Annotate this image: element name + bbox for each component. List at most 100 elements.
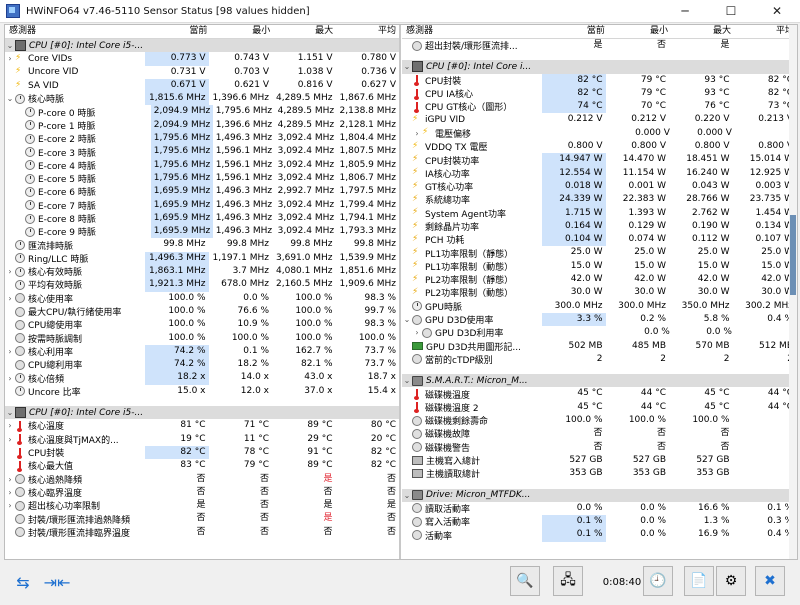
col-min[interactable]: 最小 — [608, 25, 671, 38]
sensor-group-header[interactable]: ⌄ S.M.A.R.T.: Micron_M... — [402, 374, 797, 388]
expand-chevron-icon[interactable]: › — [5, 374, 15, 383]
sensor-row[interactable]: E-core 9 時脈 1,695.9 MHz 1,496.3 MHz 3,092.4… — [5, 225, 399, 239]
sensor-row[interactable]: › Core VIDs 0.773 V 0.743 V 1.151 V 0.780 V — [5, 52, 399, 66]
sensor-row[interactable]: 匯流排時脈 99.8 MHz 99.8 MHz 99.8 MHz 99.8 MHz — [5, 238, 399, 252]
sensor-row[interactable]: 封裝/環形匯流排臨界溫度 否 否 否 否 — [5, 526, 399, 539]
sensor-row[interactable]: ⌄ 核心時脈 1,815.6 MHz 1,396.6 MHz 4,289.5 MHz 1,… — [5, 92, 399, 106]
sensor-row[interactable]: PL1功率限制（動態） 15.0 W 15.0 W 15.0 W 15.0 W — [402, 260, 797, 273]
settings-icon[interactable]: ⚙ — [716, 566, 746, 596]
col-sensor[interactable]: 感測器 — [5, 25, 148, 38]
sensor-row[interactable]: 磁碟機溫度 45 °C 44 °C 45 °C 44 °C — [402, 387, 797, 401]
sensor-row[interactable]: 讀取活動率 0.0 % 0.0 % 16.6 % 0.1 % — [402, 502, 797, 515]
maximize-button[interactable]: ☐ — [708, 0, 754, 22]
sensor-row[interactable]: › 超出核心功率限制 是 否 是 是 — [5, 499, 399, 512]
left-sensor-pane[interactable]: 感測器 當前 最小 最大 平均 ⌄ CPU [#0]: Intel Core i5… — [5, 25, 401, 559]
col-max[interactable]: 最大 — [671, 25, 734, 38]
sensor-group-header[interactable]: ⌄ CPU [#0]: Intel Core i... — [402, 60, 797, 74]
scrollbar-thumb[interactable] — [790, 215, 796, 295]
expand-chevron-icon[interactable]: › — [5, 347, 15, 356]
sensor-row[interactable]: › 核心溫度與TjMAX的... 19 °C 11 °C 29 °C 20 °C — [5, 433, 399, 446]
sensor-row[interactable]: › 核心倍頻 18.2 x 14.0 x 43.0 x 18.7 x — [5, 371, 399, 385]
sensor-row[interactable]: CPU GT核心（圖形） 74 °C 70 °C 76 °C 73 °C — [402, 100, 797, 114]
sensor-row[interactable]: 系統總功率 24.339 W 22.383 W 28.766 W 23.735 W — [402, 193, 797, 207]
expand-chevron-icon[interactable]: ⌄ — [5, 41, 15, 50]
right-sensor-pane[interactable]: 感測器 當前 最小 最大 平均 超出封裝/環形匯流排... 是否是 ⌄ CPU [#0… — [402, 25, 797, 559]
clock-icon[interactable]: 🕘 — [643, 566, 673, 596]
sensor-row[interactable]: 寫入活動率 0.1 % 0.0 % 1.3 % 0.3 % — [402, 515, 797, 529]
sensor-row[interactable]: › 核心溫度 81 °C 71 °C 89 °C 80 °C — [5, 419, 399, 432]
sensor-row[interactable]: CPU IA核心 82 °C 79 °C 93 °C 82 °C — [402, 86, 797, 101]
col-avg[interactable]: 平均 — [734, 25, 797, 38]
sensor-row[interactable]: 主機寫入總計 527 GB 527 GB 527 GB — [402, 454, 797, 467]
sensor-row[interactable]: PL2功率限制（動態） 30.0 W 30.0 W 30.0 W 30.0 W — [402, 286, 797, 300]
expand-chevron-icon[interactable]: › — [412, 328, 422, 337]
sensor-row[interactable]: Uncore 比率 15.0 x 12.0 x 37.0 x 15.4 x — [5, 385, 399, 398]
expand-chevron-icon[interactable]: › — [5, 488, 15, 497]
expand-chevron-icon[interactable]: › — [5, 54, 15, 63]
sensor-row[interactable]: System Agent功率 1.715 W 1.393 W 2.762 W 1.454… — [402, 206, 797, 220]
close-button[interactable]: ✕ — [754, 0, 800, 22]
expand-chevron-icon[interactable]: › — [5, 475, 15, 484]
network-icon[interactable]: 🖧 — [553, 566, 583, 596]
sensor-row[interactable]: 磁碟機剩餘壽命 100.0 % 100.0 % 100.0 % — [402, 414, 797, 427]
expand-chevron-icon[interactable]: ⌄ — [402, 315, 412, 324]
minimize-button[interactable]: ─ — [662, 0, 708, 22]
collapse-arrows-icon[interactable]: ⇥⇤ — [42, 566, 72, 598]
sensor-row[interactable]: GPU時脈 300.0 MHz 300.0 MHz 350.0 MHz 300.2 MH… — [402, 300, 797, 313]
sensor-row[interactable]: 最大CPU/執行緒使用率 100.0 % 76.6 % 100.0 % 99.7 % — [5, 305, 399, 318]
col-min[interactable]: 最小 — [210, 25, 273, 38]
sensor-row[interactable]: 磁碟機溫度 2 45 °C 44 °C 45 °C 44 °C — [402, 401, 797, 414]
sensor-row[interactable]: CPU總利用率 74.2 % 18.2 % 82.1 % 73.7 % — [5, 358, 399, 372]
sensor-row[interactable]: E-core 5 時脈 1,795.6 MHz 1,596.1 MHz 3,092.4… — [5, 171, 399, 186]
expand-chevron-icon[interactable]: › — [5, 435, 15, 444]
sensor-row[interactable]: 主機讀取總計 353 GB 353 GB 353 GB — [402, 467, 797, 480]
expand-chevron-icon[interactable]: ⌄ — [402, 491, 412, 500]
sensor-row[interactable]: › 核心使用率 100.0 % 0.0 % 100.0 % 98.3 % — [5, 292, 399, 305]
sensor-row[interactable]: › 核心過熱降頻 否 否 是 否 — [5, 473, 399, 486]
sensor-row[interactable]: E-core 8 時脈 1,695.9 MHz 1,496.3 MHz 3,092.4… — [5, 211, 399, 226]
col-current[interactable]: 當前 — [545, 25, 608, 38]
expand-chevron-icon[interactable]: › — [412, 129, 422, 138]
sensor-row[interactable]: PL1功率限制（靜態） 25.0 W 25.0 W 25.0 W 25.0 W — [402, 246, 797, 260]
sensor-row[interactable]: › 核心有效時脈 1,863.1 MHz 3.7 MHz 4,080.1 MHz 1,85… — [5, 265, 399, 279]
sensor-row[interactable]: › 核心臨界溫度 否 否 否 否 — [5, 486, 399, 499]
col-sensor[interactable]: 感測器 — [402, 25, 545, 38]
sensor-row[interactable]: E-core 3 時脈 1,795.6 MHz 1,596.1 MHz 3,092.4… — [5, 145, 399, 159]
sensor-row[interactable]: iGPU VID 0.212 V 0.212 V 0.220 V 0.213 V — [402, 113, 797, 126]
sensor-row[interactable]: 活動率 0.1 % 0.0 % 16.9 % 0.4 % — [402, 528, 797, 542]
sensor-row[interactable]: 封裝/環形匯流排過熱降頻 否 否 是 否 — [5, 512, 399, 526]
sensor-row[interactable]: 按需時脈調制 100.0 % 100.0 % 100.0 % 100.0 % — [5, 332, 399, 345]
sensor-group-header[interactable]: ⌄ Drive: Micron_MTFDK... — [402, 488, 797, 502]
expand-chevron-icon[interactable]: ⌄ — [402, 62, 412, 71]
sensor-row[interactable]: E-core 4 時脈 1,795.6 MHz 1,596.1 MHz 3,092.4… — [5, 158, 399, 172]
sensor-row[interactable]: › GPU D3D利用率 0.0 % 0.0 % — [402, 326, 797, 339]
sensor-row[interactable]: 磁碟機故障 否 否 否 — [402, 427, 797, 440]
sensor-row[interactable]: IA核心功率 12.554 W 11.154 W 16.240 W 12.925 W — [402, 166, 797, 180]
expand-chevron-icon[interactable]: › — [5, 267, 15, 276]
sensor-row[interactable]: GT核心功率 0.018 W 0.001 W 0.043 W 0.003 W — [402, 179, 797, 194]
scrollbar[interactable] — [789, 25, 797, 559]
sensor-row[interactable]: P-core 1 時脈 2,094.9 MHz 1,396.6 MHz 4,289.5… — [5, 118, 399, 133]
sensor-row[interactable]: Ring/LLC 時脈 1,496.3 MHz 1,197.1 MHz 3,691.0… — [5, 251, 399, 266]
sensor-row[interactable]: 磁碟機警告 否 否 否 — [402, 441, 797, 454]
sensor-row[interactable]: E-core 2 時脈 1,795.6 MHz 1,496.3 MHz 3,092.4… — [5, 132, 399, 146]
sensor-row[interactable]: P-core 0 時脈 2,094.9 MHz 1,795.6 MHz 4,289.5… — [5, 105, 399, 119]
sensor-row[interactable]: CPU封裝功率 14.947 W 14.470 W 18.451 W 15.014 W — [402, 153, 797, 167]
sensor-row[interactable]: 剩餘晶片功率 0.164 W 0.129 W 0.190 W 0.134 W — [402, 219, 797, 234]
col-max[interactable]: 最大 — [273, 25, 336, 38]
col-current[interactable]: 當前 — [148, 25, 211, 38]
sensor-row[interactable]: VDDQ TX 電壓 0.800 V 0.800 V 0.800 V 0.800 V — [402, 140, 797, 154]
close-sensor-icon[interactable]: ✖ — [755, 566, 785, 596]
sensor-row[interactable]: GPU D3D共用圖形記... 502 MB 485 MB 570 MB 512 MB — [402, 340, 797, 353]
sensor-row[interactable]: SA VID 0.671 V 0.621 V 0.816 V 0.627 V — [5, 78, 399, 93]
sensor-row[interactable]: ⌄ GPU D3D使用率 3.3 % 0.2 % 5.8 % 0.4 % — [402, 312, 797, 327]
sensor-row[interactable]: PCH 功耗 0.104 W 0.074 W 0.112 W 0.107 W — [402, 233, 797, 247]
expand-left-arrows-icon[interactable]: ⇆ — [8, 566, 38, 598]
sensor-row[interactable]: E-core 7 時脈 1,695.9 MHz 1,496.3 MHz 3,092.4… — [5, 198, 399, 212]
sensor-row[interactable]: E-core 6 時脈 1,695.9 MHz 1,496.3 MHz 2,992.7… — [5, 185, 399, 199]
sensor-row[interactable]: › 核心利用率 74.2 % 0.1 % 162.7 % 73.7 % — [5, 344, 399, 359]
sensor-row[interactable]: PL2功率限制（靜態） 42.0 W 42.0 W 42.0 W 42.0 W — [402, 273, 797, 287]
sensor-row[interactable]: CPU封裝 82 °C 79 °C 93 °C 82 °C — [402, 73, 797, 87]
expand-chevron-icon[interactable]: ⌄ — [5, 408, 15, 417]
sensor-row[interactable]: 當前的cTDP級別2222 — [402, 353, 797, 366]
